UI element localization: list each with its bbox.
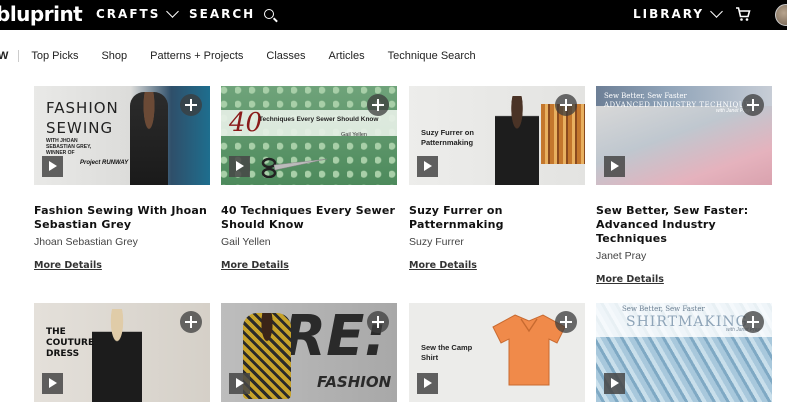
class-thumbnail[interactable]: Sew Better, Sew Faster ADVANCED INDUSTRY… (596, 86, 772, 185)
instructor-name: Janet Pray (596, 250, 647, 262)
thumbnail-heading: Sew the Camp Shirt (421, 343, 473, 362)
thumbnail-name: Gail Yellen (341, 132, 367, 138)
bluprint-logo[interactable]: bluprint (0, 2, 83, 26)
class-thumbnail[interactable]: FASHION SEWING WITH JHOAN SEBASTIAN GREY… (34, 86, 210, 185)
instructor-photo (495, 96, 539, 185)
thumbnail-line1: Sew Better, Sew Faster (604, 92, 687, 100)
add-to-library-icon[interactable] (555, 94, 577, 116)
play-icon[interactable] (604, 156, 625, 177)
play-icon[interactable] (604, 373, 625, 394)
subnav-first-item[interactable]: W (0, 50, 20, 62)
instructor-name: Jhoan Sebastian Grey (34, 236, 138, 248)
user-avatar[interactable] (775, 4, 787, 26)
play-icon[interactable] (229, 373, 250, 394)
thumbnail-line1: Sew Better, Sew Faster (622, 305, 705, 313)
add-to-library-icon[interactable] (180, 311, 202, 333)
instructor-photo (130, 92, 168, 185)
thumbnail-heading: Techniques Every Sewer Should Know (259, 116, 379, 123)
class-thumbnail[interactable]: Sew the Camp Shirt (409, 303, 585, 402)
play-icon[interactable] (42, 156, 63, 177)
class-thumbnail[interactable]: Sew Better, Sew Faster SHIRTMAKING with … (596, 303, 772, 402)
search-label: SEARCH (189, 7, 256, 21)
play-icon[interactable] (417, 156, 438, 177)
thumbnail-number: 40 (229, 108, 263, 138)
more-details-link[interactable]: More Details (221, 260, 289, 271)
search-menu[interactable]: SEARCH (189, 7, 275, 21)
instructor-name: Gail Yellen (221, 236, 271, 248)
play-icon[interactable] (229, 156, 250, 177)
thumbnail-subtext: WITH JHOAN SEBASTIAN GREY, WINNER OF (46, 138, 92, 156)
chevron-down-icon (710, 5, 723, 18)
subnav-classes[interactable]: Classes (266, 50, 305, 62)
subnav-top-picks[interactable]: Top Picks (31, 50, 78, 62)
add-to-library-icon[interactable] (555, 311, 577, 333)
add-to-library-icon[interactable] (367, 311, 389, 333)
shopping-cart-icon[interactable] (735, 6, 751, 22)
play-icon[interactable] (417, 373, 438, 394)
play-icon[interactable] (42, 373, 63, 394)
more-details-link[interactable]: More Details (596, 274, 664, 285)
subnav-patterns-projects[interactable]: Patterns + Projects (150, 50, 243, 62)
class-title[interactable]: 40 Techniques Every Sewer Should Know (221, 204, 399, 232)
add-to-library-icon[interactable] (742, 311, 764, 333)
thumbnail-heading: FASHION SEWING (46, 99, 119, 137)
scissors-image (261, 157, 328, 178)
class-thumbnail[interactable]: RE: FASHION (221, 303, 397, 402)
thumbnail-heading: Suzy Furrer on Patternmaking (421, 128, 474, 147)
library-label: LIBRARY (633, 7, 705, 21)
more-details-link[interactable]: More Details (34, 260, 102, 271)
class-title[interactable]: Sew Better, Sew Faster: Advanced Industr… (596, 204, 774, 246)
class-title[interactable]: Fashion Sewing With Jhoan Sebastian Grey (34, 204, 212, 232)
library-menu[interactable]: LIBRARY (633, 5, 723, 21)
add-to-library-icon[interactable] (180, 94, 202, 116)
thumbnail-heading: THE COUTURE DRESS (46, 327, 95, 359)
chevron-down-icon (166, 5, 180, 18)
subnav-articles[interactable]: Articles (329, 50, 365, 62)
add-to-library-icon[interactable] (367, 94, 389, 116)
thumbnail-word: FASHION (317, 373, 392, 391)
secondary-navigation: W Top Picks Shop Patterns + Projects Cla… (0, 42, 487, 70)
subnav-shop[interactable]: Shop (101, 50, 127, 62)
class-thumbnail[interactable]: 40 Techniques Every Sewer Should Know Ga… (221, 86, 397, 185)
crafts-menu[interactable]: CRAFTS (96, 5, 180, 21)
model-photo (243, 313, 291, 399)
top-navigation-bar: bluprint CRAFTS SEARCH LIBRARY (0, 0, 787, 30)
search-icon (264, 9, 275, 19)
add-to-library-icon[interactable] (742, 94, 764, 116)
subnav-technique-search[interactable]: Technique Search (388, 50, 476, 62)
crafts-label: CRAFTS (96, 7, 161, 21)
class-thumbnail[interactable]: Suzy Furrer on Patternmaking (409, 86, 585, 185)
thumbnail-brand: Project RUNWAY (80, 160, 129, 166)
class-title[interactable]: Suzy Furrer on Patternmaking (409, 204, 587, 232)
more-details-link[interactable]: More Details (409, 260, 477, 271)
instructor-name: Suzy Furrer (409, 236, 464, 248)
class-thumbnail[interactable]: THE COUTURE DRESS (34, 303, 210, 402)
